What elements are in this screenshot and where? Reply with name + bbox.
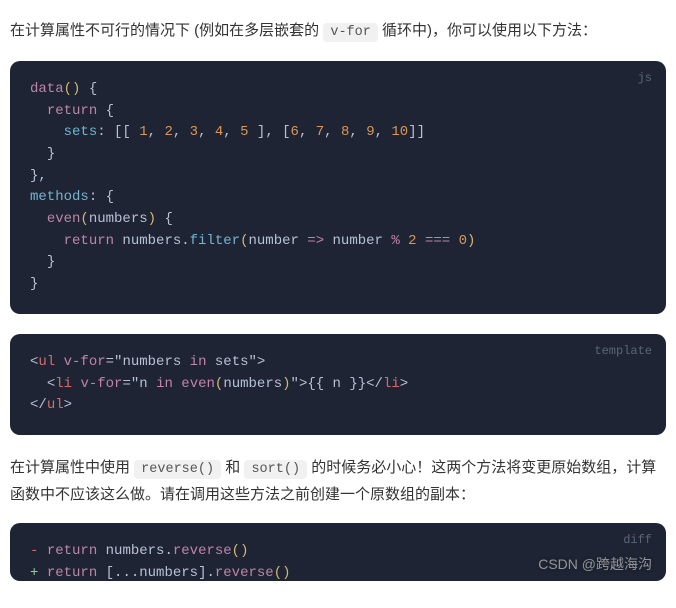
- inline-code-sort: sort(): [244, 460, 307, 479]
- text: 循环中)，你可以使用以下方法：: [378, 22, 597, 39]
- text: 在计算属性中使用: [10, 459, 134, 476]
- code-lang-label: template: [594, 342, 652, 361]
- inline-code-reverse: reverse(): [134, 460, 221, 479]
- inline-code-vfor: v-for: [323, 23, 378, 42]
- code-content[interactable]: <ul v-for="numbers in sets"> <li v-for="…: [30, 352, 646, 417]
- code-block-template: template <ul v-for="numbers in sets"> <l…: [10, 334, 666, 435]
- watermark: CSDN @跨越海沟: [538, 554, 652, 576]
- paragraph-intro: 在计算属性不可行的情况下 (例如在多层嵌套的 v-for 循环中)，你可以使用以…: [10, 18, 666, 45]
- code-lang-label: diff: [623, 531, 652, 550]
- code-lang-label: js: [638, 69, 652, 88]
- code-content[interactable]: data() { return { sets: [[ 1, 2, 3, 4, 5…: [30, 79, 646, 296]
- code-block-js: js data() { return { sets: [[ 1, 2, 3, 4…: [10, 61, 666, 314]
- paragraph-warning: 在计算属性中使用 reverse() 和 sort() 的时候务必小心！这两个方…: [10, 455, 666, 507]
- text: 在计算属性不可行的情况下 (例如在多层嵌套的: [10, 22, 323, 39]
- text: 和: [221, 459, 244, 476]
- code-block-diff: diff - return numbers.reverse() + return…: [10, 523, 666, 581]
